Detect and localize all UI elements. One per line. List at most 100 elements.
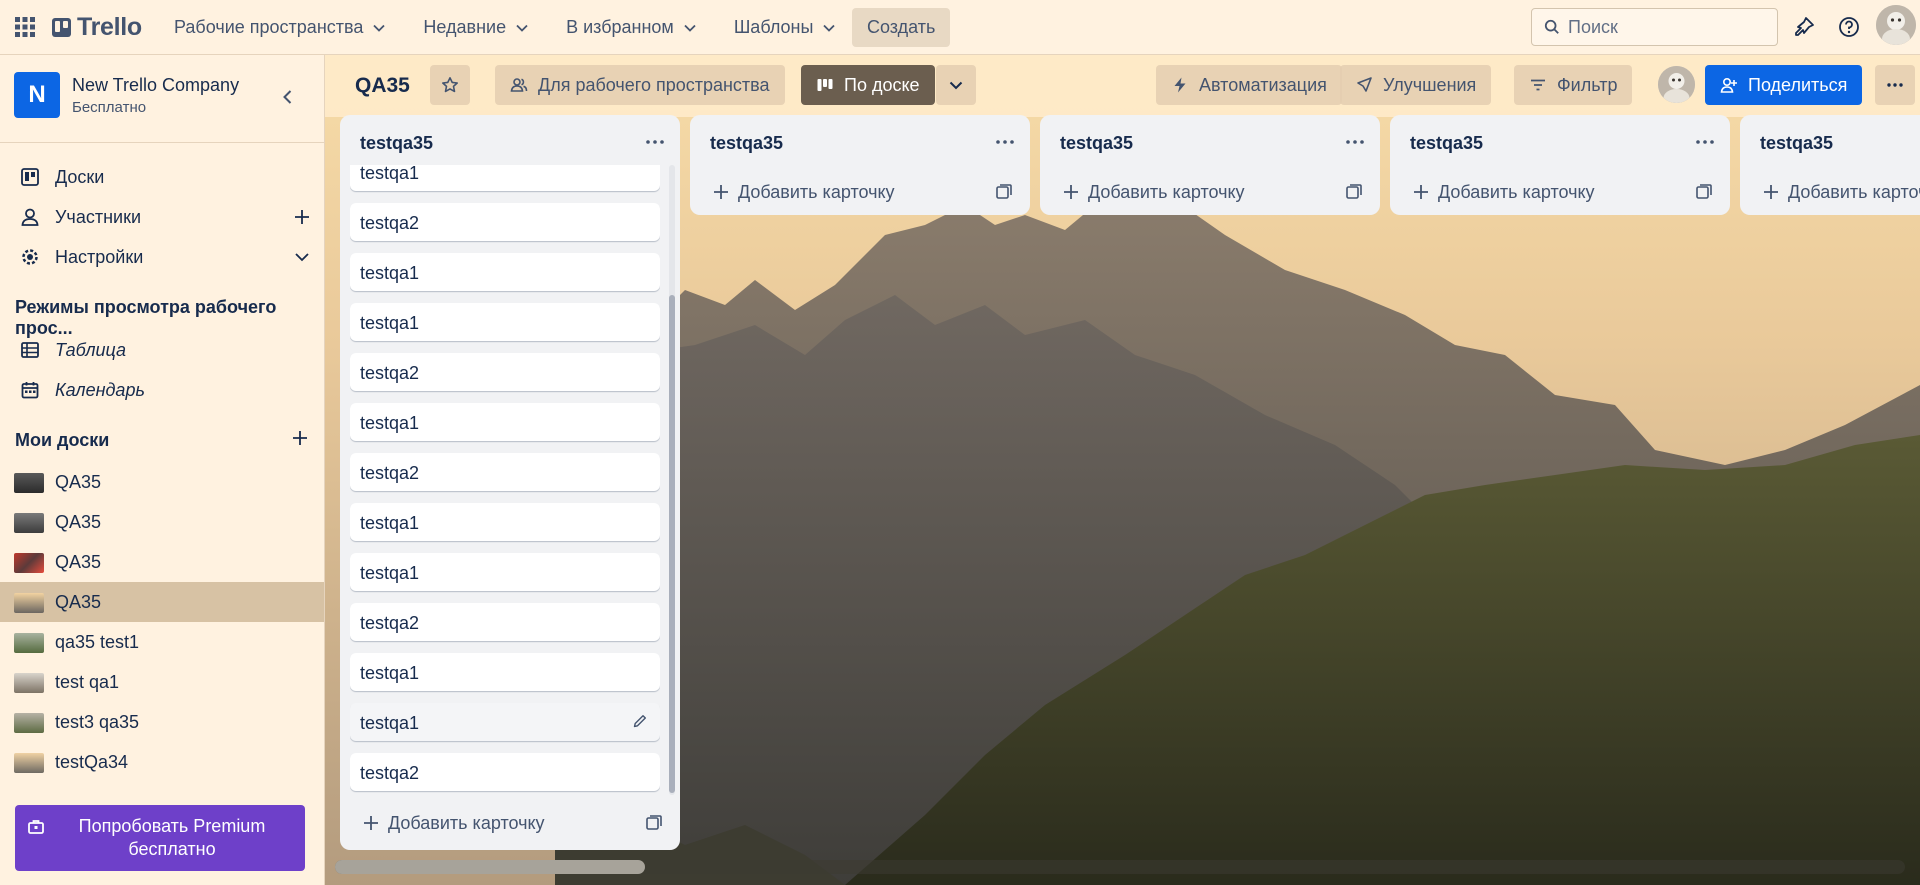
card[interactable]: testqa1 xyxy=(350,653,660,691)
card[interactable]: testqa2 xyxy=(350,353,660,391)
edit-pencil-icon[interactable] xyxy=(632,713,648,729)
chevron-down-icon[interactable] xyxy=(292,247,312,267)
workspace-header[interactable]: N New Trello Company Бесплатно xyxy=(14,72,239,118)
card[interactable]: testqa2 xyxy=(350,453,660,491)
app-switcher-icon[interactable] xyxy=(14,16,36,38)
list-title[interactable]: testqa35 xyxy=(360,133,433,154)
sidebar: N New Trello Company Бесплатно Доски Уча… xyxy=(0,55,325,885)
sidebar-board-item[interactable]: qa35 test1 xyxy=(0,622,324,662)
filter-button[interactable]: Фильтр xyxy=(1514,65,1633,105)
add-card-button[interactable]: Добавить карточку xyxy=(1412,177,1595,207)
card-hovered[interactable]: testqa1 xyxy=(350,703,660,741)
list-menu-icon[interactable] xyxy=(994,131,1016,153)
templates-menu-label: Шаблоны xyxy=(733,17,814,37)
power-ups-label: Улучшения xyxy=(1383,74,1477,95)
list-title[interactable]: testqa35 xyxy=(1410,133,1483,154)
sidebar-board-item[interactable]: test qa1 xyxy=(0,662,324,702)
card[interactable]: testqa1 xyxy=(350,253,660,291)
list-scrollbar-thumb[interactable] xyxy=(669,295,675,793)
sidebar-item-label: Календарь xyxy=(55,379,145,400)
add-card-button[interactable]: Добавить карточку xyxy=(1062,177,1245,207)
board-thumbnail xyxy=(14,593,44,613)
sidebar-board-item[interactable]: QA35 xyxy=(0,542,324,582)
plus-icon xyxy=(714,185,728,199)
share-button[interactable]: Поделиться xyxy=(1705,65,1863,105)
search-input[interactable]: Поиск xyxy=(1531,8,1778,46)
card[interactable]: testqa2 xyxy=(350,753,660,791)
sidebar-item-settings[interactable]: Настройки xyxy=(0,237,324,277)
add-member-icon[interactable] xyxy=(292,207,312,227)
starred-menu-button[interactable]: В избранном xyxy=(550,8,712,47)
card-template-icon[interactable] xyxy=(995,183,1013,201)
sidebar-item-calendar[interactable]: Календарь xyxy=(0,370,324,410)
sidebar-item-label: Настройки xyxy=(55,246,144,267)
board-scrollbar-thumb[interactable] xyxy=(335,860,645,874)
chevron-down-icon xyxy=(684,24,696,32)
sidebar-board-item[interactable]: test3 qa35 xyxy=(0,702,324,742)
sidebar-board-label: qa35 test1 xyxy=(55,632,140,652)
trello-logo-icon xyxy=(52,18,71,37)
board-menu-button[interactable] xyxy=(1875,65,1915,105)
add-card-button[interactable]: Добавить карточку xyxy=(712,177,895,207)
templates-menu-button[interactable]: Шаблоны xyxy=(718,8,852,47)
card-template-icon[interactable] xyxy=(1695,183,1713,201)
list-title[interactable]: testqa35 xyxy=(1060,133,1133,154)
my-boards-heading: Мои доски xyxy=(15,430,110,450)
list-title[interactable]: testqa35 xyxy=(710,133,783,154)
add-card-label: Добавить карточку xyxy=(388,812,545,833)
sidebar-divider xyxy=(0,142,324,143)
card-template-icon[interactable] xyxy=(1345,183,1363,201)
star-board-button[interactable] xyxy=(430,65,470,105)
trello-logo[interactable]: Trello xyxy=(52,13,142,42)
user-avatar[interactable] xyxy=(1876,5,1916,45)
search-placeholder: Поиск xyxy=(1568,16,1618,37)
notifications-icon[interactable] xyxy=(1793,16,1815,38)
board-title[interactable]: QA35 xyxy=(355,74,410,98)
card[interactable]: testqa1 xyxy=(350,303,660,341)
list-title[interactable]: testqa35 xyxy=(1760,133,1833,154)
sidebar-item-boards[interactable]: Доски xyxy=(0,157,324,197)
try-premium-button[interactable]: Попробовать Premium бесплатно xyxy=(15,805,305,871)
list: testqa35 Добавить карточку xyxy=(690,115,1030,215)
sidebar-item-label: Участники xyxy=(55,206,141,227)
list-scrollbar[interactable] xyxy=(669,165,675,795)
card[interactable]: testqa1 xyxy=(350,553,660,591)
card[interactable]: testqa1 xyxy=(350,403,660,441)
collapse-sidebar-icon[interactable] xyxy=(278,87,298,107)
board-member-avatar[interactable] xyxy=(1658,66,1695,103)
recent-menu-button[interactable]: Недавние xyxy=(407,8,544,47)
sidebar-board-label: QA35 xyxy=(55,592,102,612)
sidebar-board-item[interactable]: QA35 xyxy=(0,502,324,542)
automation-button[interactable]: Автоматизация xyxy=(1156,65,1342,105)
add-card-label: Добавить карточку xyxy=(1088,181,1245,202)
plus-icon xyxy=(1414,185,1428,199)
create-button[interactable]: Создать xyxy=(852,8,951,47)
lightning-icon xyxy=(1174,77,1186,93)
help-icon[interactable] xyxy=(1838,16,1860,38)
add-board-icon[interactable] xyxy=(290,428,310,448)
board-view-button[interactable]: По доске xyxy=(801,65,935,105)
visibility-button[interactable]: Для рабочего пространства xyxy=(495,65,785,105)
add-card-button[interactable]: Добавить карточку xyxy=(362,808,545,838)
trello-logo-text: Trello xyxy=(77,13,142,41)
card[interactable]: testqa1 xyxy=(350,503,660,541)
card[interactable]: testqa2 xyxy=(350,203,660,241)
card[interactable]: testqa2 xyxy=(350,603,660,641)
power-ups-button[interactable]: Улучшения xyxy=(1340,65,1492,105)
add-card-button[interactable]: Добавить карточку xyxy=(1762,177,1920,207)
board-horizontal-scrollbar[interactable] xyxy=(335,860,1905,874)
list-menu-icon[interactable] xyxy=(1694,131,1716,153)
card-template-icon[interactable] xyxy=(645,814,663,832)
sidebar-item-members[interactable]: Участники xyxy=(0,197,324,237)
switch-view-button[interactable] xyxy=(936,65,976,105)
sidebar-board-item[interactable]: testQa34 xyxy=(0,742,324,782)
sidebar-board-label: QA35 xyxy=(55,472,102,492)
workspaces-menu-button[interactable]: Рабочие пространства xyxy=(158,8,401,47)
list-menu-icon[interactable] xyxy=(644,131,666,153)
sidebar-board-item-active[interactable]: QA35 xyxy=(0,582,324,622)
sidebar-board-item[interactable]: QA35 xyxy=(0,462,324,502)
sidebar-item-table[interactable]: Таблица xyxy=(0,330,324,370)
board-thumbnail xyxy=(14,473,44,493)
card[interactable]: testqa1 xyxy=(350,165,660,191)
list-menu-icon[interactable] xyxy=(1344,131,1366,153)
